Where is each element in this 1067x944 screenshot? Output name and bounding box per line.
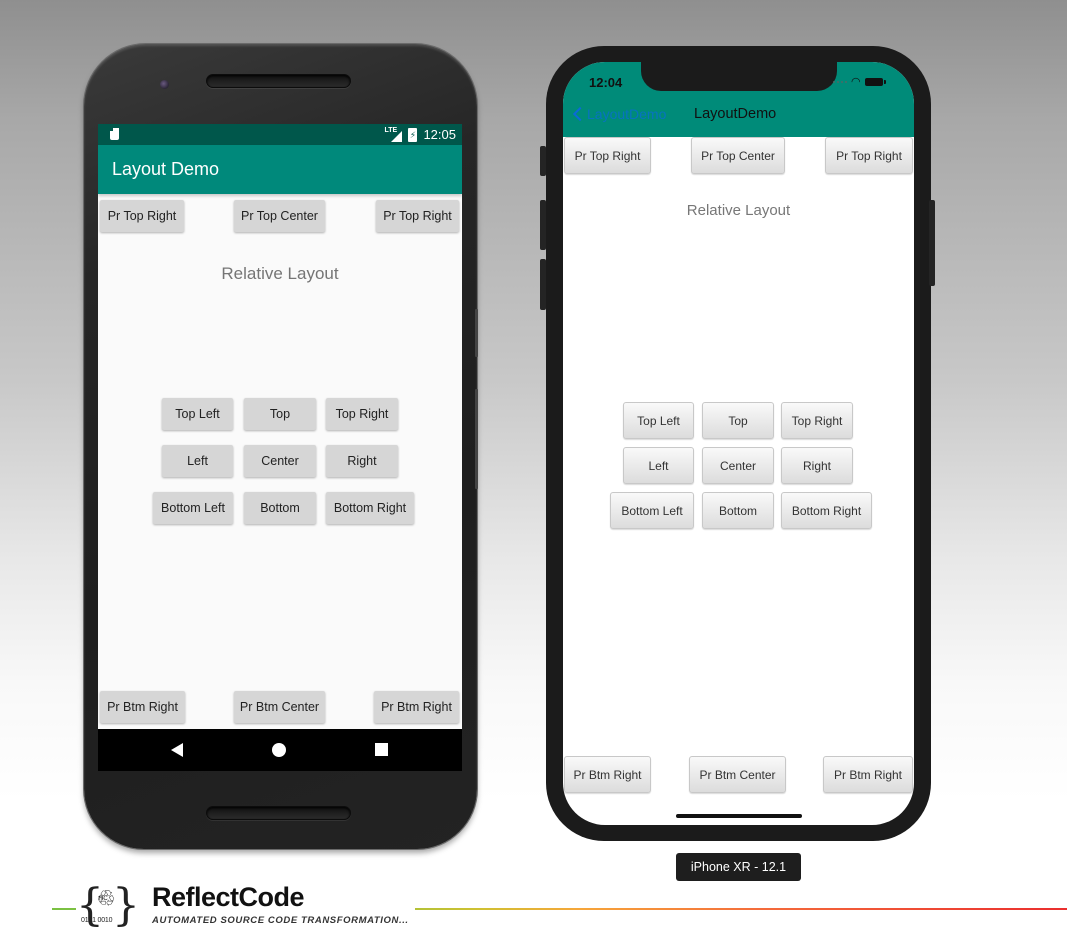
chevron-left-icon bbox=[572, 106, 588, 122]
front-camera bbox=[160, 80, 169, 89]
pr-top-center-button[interactable]: Pr Top Center bbox=[691, 137, 785, 174]
status-time: 12:04 bbox=[589, 75, 623, 90]
relative-layout-heading: Relative Layout bbox=[221, 264, 339, 283]
android-status-bar: LTE 12:05 bbox=[98, 124, 462, 145]
right-button[interactable]: Right bbox=[781, 447, 853, 484]
center-button[interactable]: Center bbox=[702, 447, 774, 484]
pr-btm-left-button[interactable]: Pr Btm Right bbox=[564, 756, 651, 793]
back-button[interactable]: LayoutDemo bbox=[571, 106, 666, 122]
volume-up-button[interactable] bbox=[540, 200, 546, 250]
signal-dots-icon bbox=[833, 81, 847, 83]
power-button[interactable] bbox=[475, 309, 478, 357]
lte-signal-icon: LTE bbox=[384, 127, 403, 142]
app-toolbar-title: Layout Demo bbox=[98, 145, 462, 194]
bottom-button[interactable]: Bottom bbox=[702, 492, 774, 529]
logo-mark: { ♲ RC } 0101 0010 bbox=[76, 882, 142, 934]
back-label: LayoutDemo bbox=[587, 106, 667, 122]
battery-icon bbox=[865, 78, 886, 86]
brand-name: ReflectCode bbox=[152, 882, 305, 912]
home-icon[interactable] bbox=[272, 743, 286, 757]
android-device: LTE 12:05 Layout Demo Pr Top Right Pr To… bbox=[84, 44, 478, 849]
top-right-button[interactable]: Top Right bbox=[326, 398, 398, 430]
bottom-left-button[interactable]: Bottom Left bbox=[153, 492, 233, 524]
pr-top-left-button[interactable]: Pr Top Right bbox=[100, 200, 184, 232]
bottom-right-button[interactable]: Bottom Right bbox=[326, 492, 414, 524]
left-button[interactable]: Left bbox=[162, 445, 233, 477]
nav-title: LayoutDemo bbox=[694, 106, 777, 122]
bottom-button[interactable]: Bottom bbox=[244, 492, 316, 524]
pr-btm-center-button[interactable]: Pr Btm Center bbox=[234, 691, 325, 723]
bottom-left-button[interactable]: Bottom Left bbox=[610, 492, 694, 529]
pr-top-right-button[interactable]: Pr Top Right bbox=[376, 200, 459, 232]
volume-down-button[interactable] bbox=[540, 259, 546, 310]
sd-card-icon bbox=[110, 128, 119, 140]
brand-tagline: AUTOMATED SOURCE CODE TRANSFORMATION... bbox=[152, 915, 409, 926]
right-button[interactable]: Right bbox=[326, 445, 398, 477]
left-button[interactable]: Left bbox=[623, 447, 694, 484]
reflectcode-logo: { ♲ RC } 0101 0010 ReflectCode AUTOMATED… bbox=[76, 882, 415, 934]
top-left-button[interactable]: Top Left bbox=[623, 402, 694, 439]
center-button[interactable]: Center bbox=[244, 445, 316, 477]
back-icon[interactable] bbox=[171, 743, 183, 757]
pr-top-left-button[interactable]: Pr Top Right bbox=[564, 137, 651, 174]
pr-top-center-button[interactable]: Pr Top Center bbox=[234, 200, 325, 232]
relative-layout-heading: Relative Layout bbox=[686, 202, 791, 219]
home-indicator[interactable] bbox=[676, 814, 802, 818]
battery-charging-icon bbox=[408, 127, 418, 142]
top-button[interactable]: Top bbox=[702, 402, 774, 439]
top-left-button[interactable]: Top Left bbox=[162, 398, 233, 430]
side-button[interactable] bbox=[929, 200, 935, 286]
notch bbox=[641, 62, 837, 91]
pr-top-right-button[interactable]: Pr Top Right bbox=[825, 137, 913, 174]
status-time: 12:05 bbox=[423, 127, 456, 142]
bottom-right-button[interactable]: Bottom Right bbox=[781, 492, 872, 529]
volume-button[interactable] bbox=[475, 389, 478, 489]
pr-btm-right-button[interactable]: Pr Btm Right bbox=[374, 691, 459, 723]
device-label: iPhone XR - 12.1 bbox=[676, 853, 801, 881]
mute-switch[interactable] bbox=[540, 146, 546, 176]
recents-icon[interactable] bbox=[375, 743, 388, 756]
ios-nav-header: 12:04 ◠ LayoutDemo LayoutDemo bbox=[563, 62, 914, 137]
pr-btm-center-button[interactable]: Pr Btm Center bbox=[689, 756, 786, 793]
top-right-button[interactable]: Top Right bbox=[781, 402, 853, 439]
pr-btm-right-button[interactable]: Pr Btm Right bbox=[823, 756, 913, 793]
android-screen: LTE 12:05 Layout Demo Pr Top Right Pr To… bbox=[98, 124, 462, 771]
bottom-speaker bbox=[206, 806, 351, 820]
top-button[interactable]: Top bbox=[244, 398, 316, 430]
iphone-device: 12:04 ◠ LayoutDemo LayoutDemo Pr Top Rig… bbox=[540, 46, 935, 841]
pr-btm-left-button[interactable]: Pr Btm Right bbox=[100, 691, 185, 723]
iphone-screen: 12:04 ◠ LayoutDemo LayoutDemo Pr Top Rig… bbox=[563, 62, 914, 825]
android-nav-bar bbox=[98, 729, 462, 771]
wifi-icon: ◠ bbox=[851, 76, 861, 88]
earpiece-speaker bbox=[206, 74, 351, 88]
